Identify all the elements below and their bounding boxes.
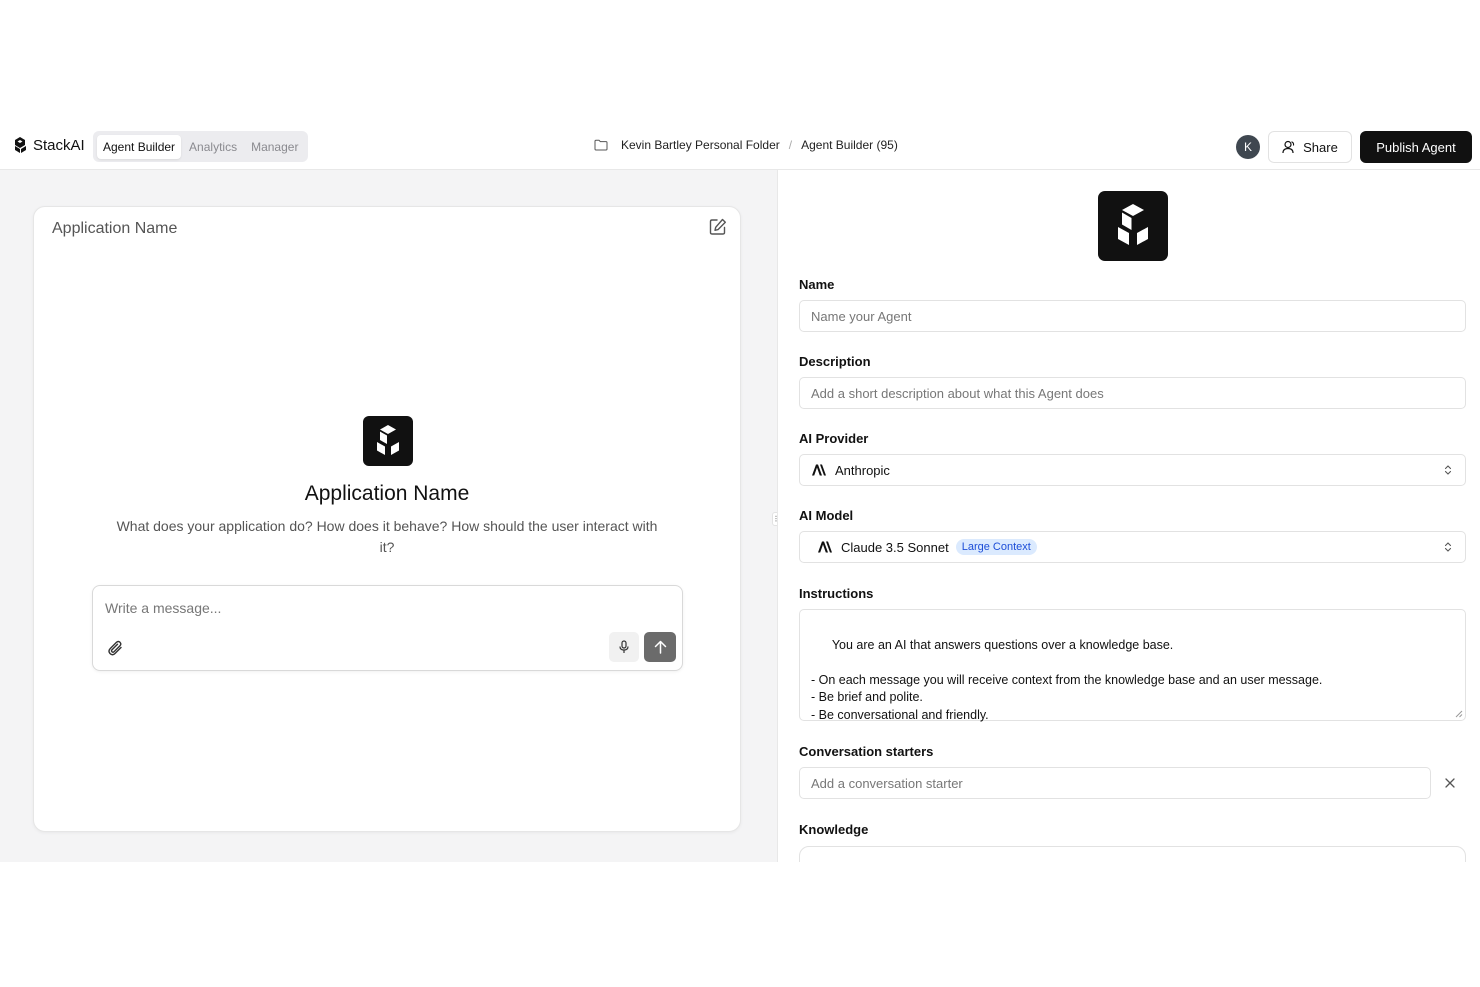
chat-preview-card: Application Name Application Name What d…: [33, 206, 741, 832]
knowledge-dropzone[interactable]: [799, 846, 1466, 862]
avatar[interactable]: K: [1236, 135, 1260, 159]
resize-grip-icon[interactable]: [1455, 710, 1463, 718]
app-name-heading: Application Name: [304, 482, 470, 505]
name-label: Name: [799, 277, 835, 292]
large-context-badge: Large Context: [955, 539, 1037, 555]
ai-provider-label: AI Provider: [799, 431, 869, 446]
microphone-button[interactable]: [609, 632, 639, 662]
card-title: Application Name: [52, 220, 178, 237]
nav-tabs: Agent Builder Analytics Manager: [93, 131, 309, 162]
knowledge-label: Knowledge: [799, 822, 869, 837]
anthropic-icon: [812, 464, 826, 476]
chevron-up-down-icon: [1444, 465, 1452, 475]
agent-avatar-icon[interactable]: [1098, 191, 1168, 261]
ai-model-select[interactable]: Claude 3.5 Sonnet Large Context: [799, 531, 1466, 563]
conversation-starter-input[interactable]: [799, 767, 1431, 799]
stackai-logo-icon: [15, 137, 26, 153]
preview-pane: Application Name Application Name What d…: [0, 170, 777, 862]
brand-name: StackAI: [33, 136, 85, 154]
description-label: Description: [799, 354, 871, 369]
description-input[interactable]: [799, 377, 1466, 409]
close-icon[interactable]: [1443, 776, 1457, 790]
name-input[interactable]: [799, 300, 1466, 332]
instructions-label: Instructions: [799, 586, 874, 601]
tab-manager[interactable]: Manager: [245, 135, 304, 159]
edit-icon[interactable]: [708, 217, 728, 237]
breadcrumb-current[interactable]: Agent Builder (95): [801, 138, 898, 152]
app-logo-icon: [363, 416, 413, 466]
breadcrumb-folder[interactable]: Kevin Bartley Personal Folder: [621, 138, 780, 152]
share-label: Share: [1303, 139, 1338, 155]
agent-config-pane: Name Description AI Provider Anthropic A…: [777, 170, 1480, 862]
publish-agent-button[interactable]: Publish Agent: [1360, 131, 1472, 163]
microphone-icon: [619, 640, 629, 653]
folder-icon: [594, 139, 608, 151]
user-icon: [1282, 140, 1295, 154]
app-description: What does your application do? How does …: [116, 518, 658, 555]
ai-provider-value: Anthropic: [835, 462, 890, 478]
breadcrumb: Kevin Bartley Personal Folder / Agent Bu…: [594, 138, 898, 152]
arrow-up-icon: [654, 640, 666, 654]
message-input[interactable]: [105, 600, 645, 616]
instructions-text: You are an AI that answers questions ove…: [811, 637, 1323, 722]
paperclip-icon[interactable]: [107, 640, 124, 657]
tab-analytics[interactable]: Analytics: [183, 135, 243, 159]
message-composer: [92, 585, 683, 671]
chevron-up-down-icon: [1444, 542, 1452, 552]
send-button[interactable]: [644, 632, 676, 662]
conversation-starters-label: Conversation starters: [799, 744, 934, 759]
ai-model-label: AI Model: [799, 508, 854, 523]
app-window: StackAI Agent Builder Analytics Manager …: [0, 122, 1480, 862]
brand-logo[interactable]: StackAI: [11, 136, 85, 154]
anthropic-icon: [818, 541, 832, 553]
tab-agent-builder[interactable]: Agent Builder: [97, 134, 182, 159]
share-button[interactable]: Share: [1268, 131, 1352, 163]
ai-model-value: Claude 3.5 Sonnet: [841, 539, 949, 555]
instructions-textarea[interactable]: You are an AI that answers questions ove…: [799, 609, 1466, 722]
ai-provider-select[interactable]: Anthropic: [799, 454, 1466, 486]
breadcrumb-separator: /: [788, 138, 793, 152]
top-bar: StackAI Agent Builder Analytics Manager …: [0, 122, 1480, 170]
